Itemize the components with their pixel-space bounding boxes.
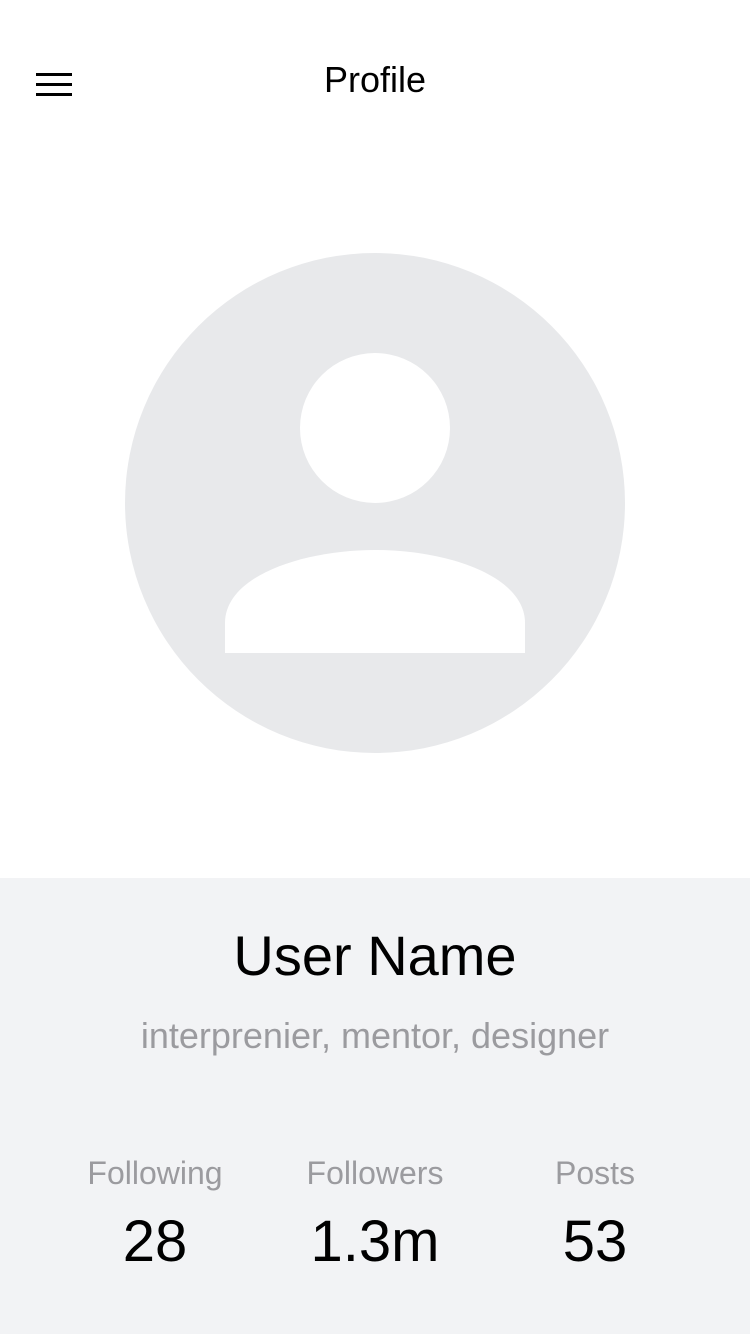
profile-stats: Following 28 Followers 1.3m Posts 53 xyxy=(0,1152,750,1282)
user-bio: interprenier, mentor, designer xyxy=(140,1015,610,1056)
stat-value: 1.3m xyxy=(310,1209,440,1274)
avatar[interactable] xyxy=(125,253,625,753)
page-title: Profile xyxy=(323,59,427,100)
stat-following[interactable]: Following 28 xyxy=(45,1152,265,1276)
stat-value: 28 xyxy=(122,1209,188,1274)
profile-info-panel: User Name interprenier, mentor, designer… xyxy=(0,878,750,1334)
navigation-bar: Profile xyxy=(0,0,750,160)
user-name: User Name xyxy=(233,924,517,987)
stat-posts[interactable]: Posts 53 xyxy=(485,1152,705,1276)
stat-label: Posts xyxy=(554,1155,636,1191)
stat-followers[interactable]: Followers 1.3m xyxy=(265,1152,485,1276)
stat-value: 53 xyxy=(562,1209,628,1274)
user-placeholder-icon xyxy=(125,253,625,753)
stat-label: Followers xyxy=(306,1155,444,1191)
stat-label: Following xyxy=(87,1155,223,1191)
